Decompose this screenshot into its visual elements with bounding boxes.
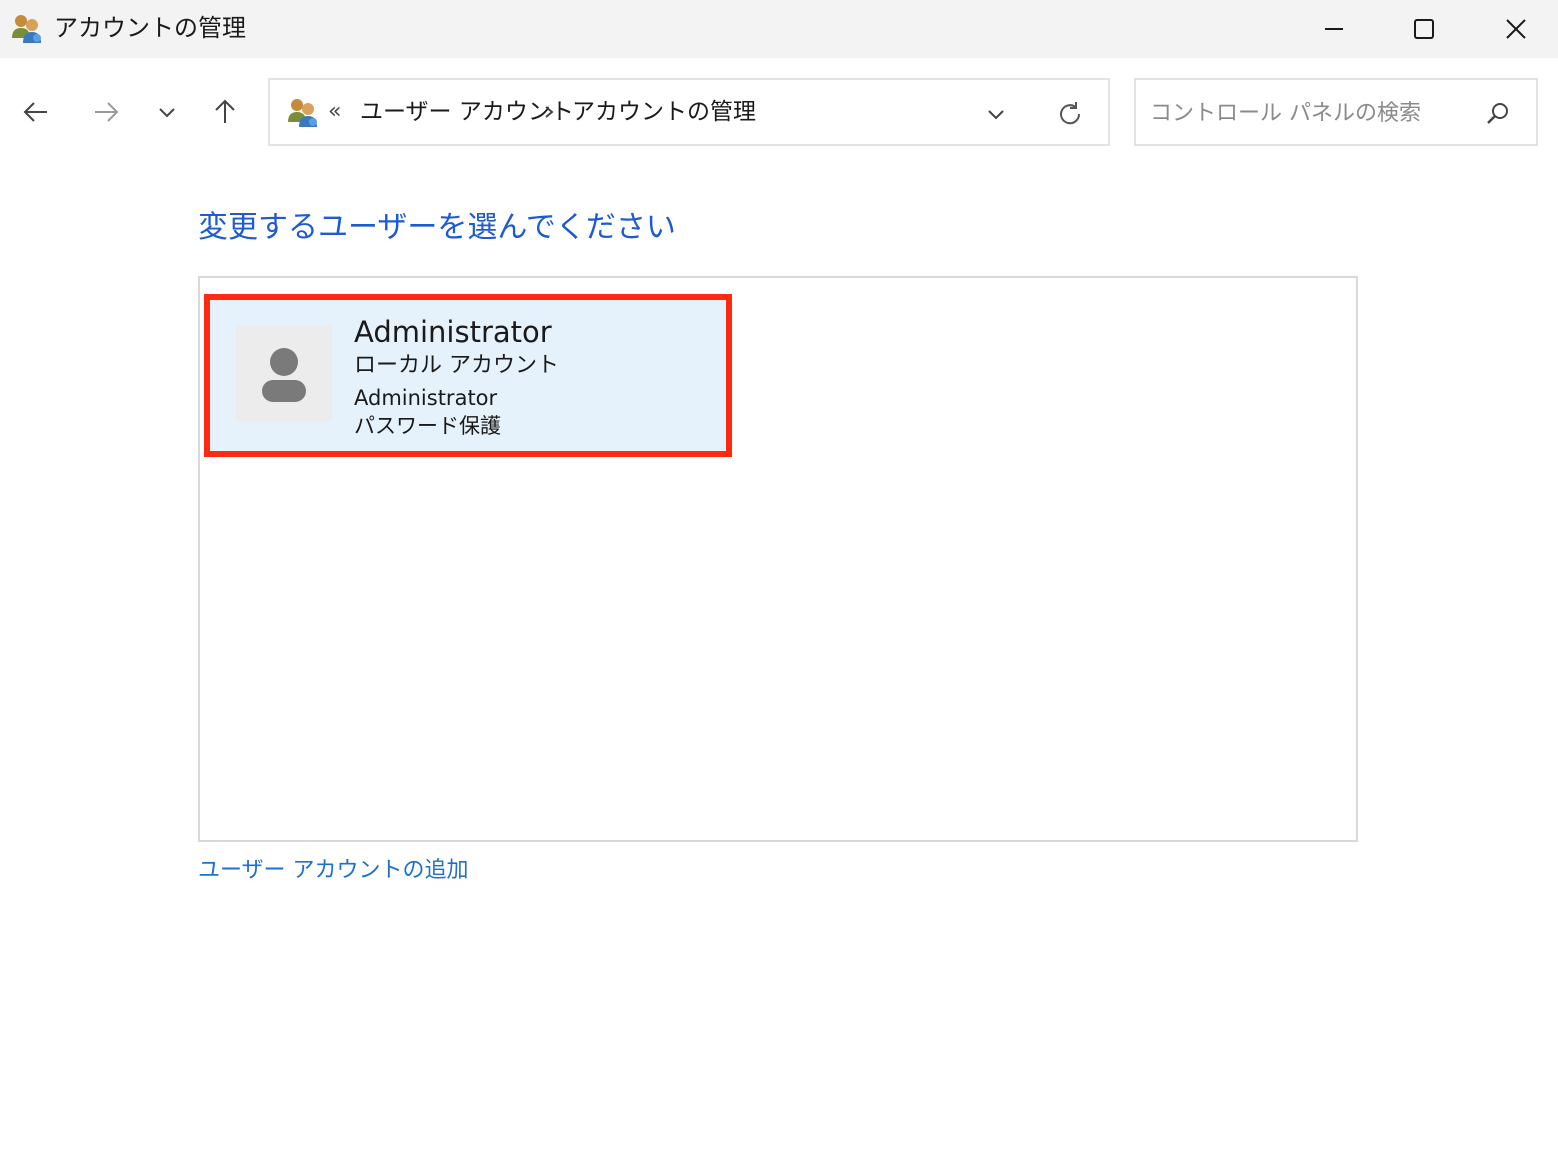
breadcrumb-manage-accounts[interactable]: アカウントの管理 bbox=[572, 96, 756, 128]
window-title: アカウントの管理 bbox=[54, 14, 246, 42]
search-icon[interactable] bbox=[1482, 98, 1514, 130]
avatar bbox=[236, 326, 332, 422]
user-group: Administrator bbox=[354, 386, 498, 410]
breadcrumb-overflow-button[interactable]: « bbox=[328, 98, 341, 126]
up-button[interactable] bbox=[201, 88, 249, 136]
search-input[interactable] bbox=[1150, 94, 1470, 132]
page-heading: 変更するユーザーを選んでください bbox=[198, 210, 676, 245]
back-button[interactable] bbox=[12, 88, 60, 136]
chevron-right-icon[interactable] bbox=[542, 100, 556, 124]
user-name: Administrator bbox=[354, 315, 552, 349]
users-icon bbox=[12, 15, 41, 43]
address-history-chevron-icon[interactable] bbox=[982, 100, 1010, 128]
arrow-left-icon bbox=[23, 102, 47, 122]
user-avatar-icon bbox=[262, 348, 306, 402]
minimize-button[interactable] bbox=[1288, 0, 1380, 58]
user-account-type: ローカル アカウント bbox=[354, 353, 559, 378]
arrow-up-icon bbox=[215, 99, 235, 123]
refresh-icon[interactable] bbox=[1054, 98, 1086, 130]
users-icon bbox=[288, 99, 317, 127]
recent-locations-button[interactable] bbox=[143, 88, 191, 136]
user-list: Administrator ローカル アカウント Administrator パ… bbox=[198, 276, 1358, 842]
user-password-status: パスワード保護 bbox=[354, 414, 501, 438]
search-box[interactable] bbox=[1134, 78, 1538, 146]
close-icon bbox=[1506, 19, 1526, 39]
chevron-down-icon bbox=[159, 108, 175, 118]
address-bar[interactable]: « ユーザー アカウント アカウントの管理 bbox=[268, 78, 1110, 146]
arrow-right-icon bbox=[95, 102, 119, 122]
close-button[interactable] bbox=[1470, 0, 1558, 58]
title-bar: アカウントの管理 bbox=[0, 0, 1558, 58]
maximize-icon bbox=[1414, 19, 1434, 39]
add-user-account-link[interactable]: ユーザー アカウントの追加 bbox=[198, 856, 469, 886]
maximize-button[interactable] bbox=[1378, 0, 1470, 58]
user-tile-administrator[interactable]: Administrator ローカル アカウント Administrator パ… bbox=[204, 294, 732, 457]
forward-button[interactable] bbox=[82, 88, 130, 136]
minimize-icon bbox=[1325, 28, 1343, 30]
